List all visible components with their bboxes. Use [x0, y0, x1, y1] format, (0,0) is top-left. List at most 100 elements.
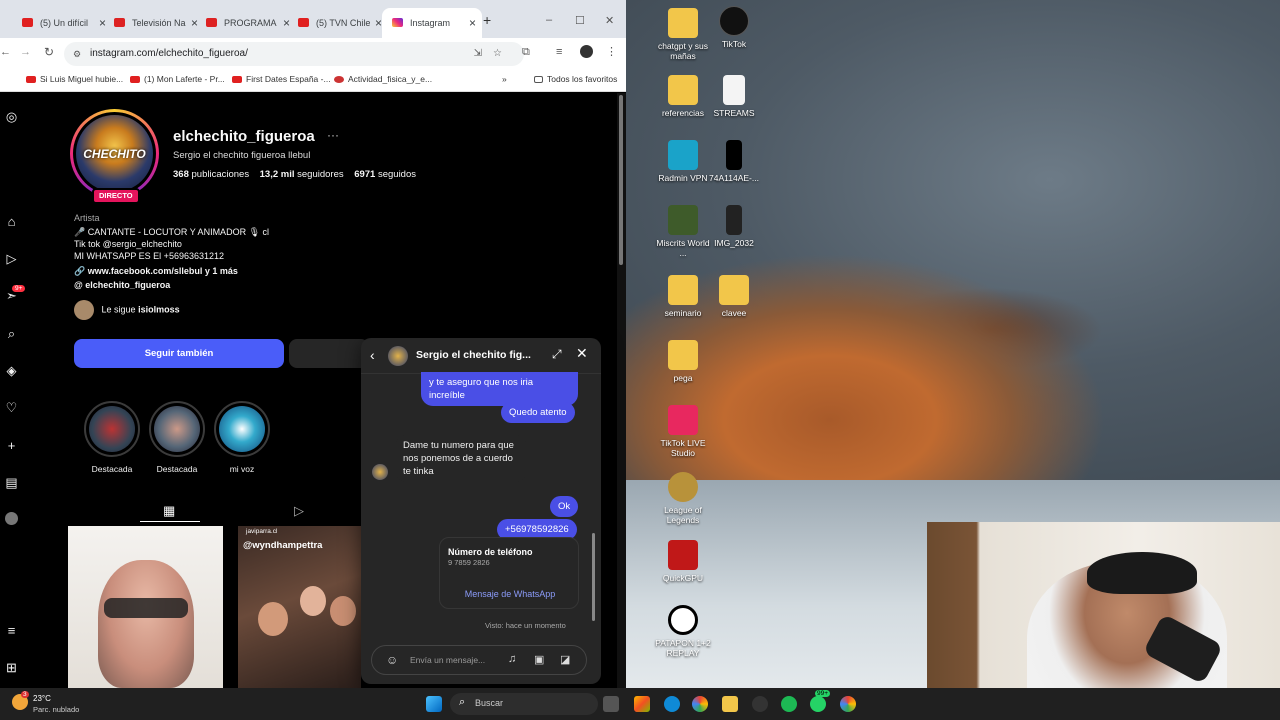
temperature[interactable]: 23°C	[33, 694, 51, 703]
tab-youtube-1[interactable]: (5) Un difícil ×	[12, 8, 112, 38]
follow-back-button[interactable]: Seguir también	[74, 339, 284, 368]
bookmarks-more[interactable]: »	[502, 74, 507, 84]
minimize-icon[interactable]: –	[546, 14, 552, 26]
site-info-icon[interactable]: ⚙	[73, 42, 81, 66]
bookmark-1[interactable]: Si Luis Miguel hubie...	[26, 74, 123, 84]
close-tab-icon[interactable]: ×	[375, 8, 382, 38]
followers-count[interactable]: 13,2 mil seguidores	[260, 169, 344, 180]
post-thumbnail-1[interactable]	[68, 526, 223, 688]
profile-link[interactable]: 🔗 www.facebook.com/sllebul y 1 más	[74, 266, 238, 277]
card-title: Número de teléfono	[448, 547, 533, 557]
desktop-icon-league[interactable]: League of Legends	[652, 472, 714, 525]
chrome-profile-icon[interactable]	[840, 696, 856, 712]
microphone-icon[interactable]: ♫	[508, 653, 516, 665]
search-icon[interactable]: ⌕	[4, 326, 19, 341]
copilot-icon[interactable]	[634, 696, 650, 712]
back-icon[interactable]: ←	[0, 46, 11, 58]
desktop-icon-clavee[interactable]: clavee	[703, 275, 765, 318]
tiktok-live-icon	[668, 405, 698, 435]
extensions-icon[interactable]: ⧉	[522, 46, 530, 59]
desktop-icon-img2032[interactable]: IMG_2032	[703, 205, 765, 248]
menu-icon[interactable]: ⋮	[606, 45, 617, 58]
bookmark-3[interactable]: First Dates España -...	[232, 74, 331, 84]
posts-grid-tab-icon[interactable]: ▦	[163, 503, 175, 519]
home-icon[interactable]: ⌂	[4, 214, 19, 229]
weather-text[interactable]: Parc. nublado	[33, 705, 79, 714]
reels-tab-icon[interactable]: ▷	[294, 503, 304, 519]
desktop-icon-streams[interactable]: STREAMS	[703, 75, 765, 118]
tab-instagram[interactable]: Instagram ×	[382, 8, 482, 38]
image-file-icon	[726, 140, 742, 170]
whatsapp-message-link[interactable]: Mensaje de WhatsApp	[440, 589, 580, 599]
forward-icon[interactable]: →	[20, 46, 31, 58]
chat-title[interactable]: Sergio el chechito fig...	[416, 349, 531, 361]
task-view-icon[interactable]	[603, 696, 619, 712]
image-icon[interactable]: ▣	[534, 653, 544, 666]
media-icon[interactable]: ≡	[556, 46, 562, 58]
expand-icon[interactable]: ⤢	[552, 347, 562, 362]
message-button[interactable]	[289, 339, 369, 368]
close-chat-icon[interactable]: ✕	[576, 345, 588, 362]
close-window-icon[interactable]: ✕	[605, 14, 614, 27]
close-tab-icon[interactable]: ×	[469, 8, 476, 38]
url-field[interactable]: ⚙ instagram.com/elchechito_figueroa/ ⇲ ☆	[64, 42, 524, 66]
chat-back-icon[interactable]: ‹	[370, 347, 375, 363]
windows-start-icon[interactable]	[426, 696, 442, 712]
posts-count[interactable]: 368 publicaciones	[173, 169, 249, 180]
spotify-icon[interactable]	[781, 696, 797, 712]
reload-icon[interactable]: ↻	[44, 45, 54, 59]
post-face	[300, 586, 326, 616]
explore-icon[interactable]: ◈	[4, 363, 19, 378]
bookmark-4[interactable]: Actividad_fisica_y_e...	[334, 74, 432, 84]
emoji-icon[interactable]: ☺	[386, 653, 398, 667]
bookmark-star-icon[interactable]: ☆	[493, 42, 502, 66]
new-tab-button[interactable]: +	[483, 12, 491, 28]
tab-programa[interactable]: PROGRAMA ×	[196, 8, 296, 38]
profile-options-icon[interactable]: ···	[327, 128, 339, 142]
highlight-2[interactable]: Destacada	[147, 401, 207, 474]
message-input[interactable]: ☺ Envía un mensaje... ♫ ▣ ◪	[371, 645, 587, 675]
desktop-icon-pega[interactable]: pega	[652, 340, 714, 383]
desktop-icon-tiktok[interactable]: TikTok	[703, 6, 765, 49]
highlight-3[interactable]: mi voz	[212, 401, 272, 474]
create-icon[interactable]: +	[4, 438, 19, 453]
desktop-icon-quickgpu[interactable]: QuickGPU	[652, 540, 714, 583]
profile-avatar[interactable]	[580, 45, 593, 58]
phone-number-card[interactable]: Número de teléfono 9 7859 2826 Mensaje d…	[439, 537, 579, 609]
more-menu-icon[interactable]: ≡	[4, 623, 19, 638]
instagram-logo-icon[interactable]: ◎	[4, 109, 19, 124]
followed-by[interactable]: Le sigue isiolmoss	[74, 300, 180, 320]
edge-icon[interactable]	[664, 696, 680, 712]
live-badge[interactable]: DIRECTO	[92, 188, 140, 204]
desktop-icon-tiktok-live[interactable]: TikTok LIVE Studio	[652, 405, 714, 458]
dashboard-icon[interactable]: ▤	[4, 475, 19, 490]
whatsapp-icon[interactable]	[810, 696, 826, 712]
chrome-icon[interactable]	[692, 696, 708, 712]
tab-youtube-2[interactable]: (5) TVN Chile ×	[288, 8, 388, 38]
desktop-icon-74a114ae[interactable]: 74A114AE-...	[703, 140, 765, 183]
bookmark-2[interactable]: (1) Mon Laferte - Pr...	[130, 74, 225, 84]
tab-tvn-1[interactable]: Televisión Na ×	[104, 8, 204, 38]
all-favorites[interactable]: Todos los favoritos	[534, 74, 617, 84]
profile-avatar-ring[interactable]: CHECHITO	[70, 109, 159, 198]
sticker-icon[interactable]: ◪	[560, 653, 570, 666]
post-thumbnail-2[interactable]: javiparra.cl @wyndhampettra	[238, 526, 361, 688]
install-icon[interactable]: ⇲	[474, 42, 482, 66]
maximize-icon[interactable]: ☐	[575, 14, 585, 27]
following-count[interactable]: 6971 seguidos	[354, 169, 416, 180]
obs-icon[interactable]	[752, 696, 768, 712]
reels-icon[interactable]: ▷	[4, 251, 19, 266]
profile-avatar-icon[interactable]	[5, 512, 18, 525]
taskbar-search[interactable]: ⌕ Buscar	[450, 693, 598, 715]
tvn-icon	[206, 18, 217, 27]
highlight-1[interactable]: Destacada	[82, 401, 142, 474]
profile-picture: CHECHITO	[76, 115, 153, 192]
chat-avatar[interactable]	[388, 346, 408, 366]
apps-icon[interactable]: ⊞	[4, 660, 19, 675]
chat-scrollbar[interactable]	[591, 378, 596, 628]
heart-icon[interactable]: ♡	[4, 400, 19, 415]
page-scrollbar[interactable]	[617, 93, 626, 688]
desktop-icon-patapon[interactable]: PATAPON 1+2 REPLAY	[652, 605, 714, 658]
file-explorer-icon[interactable]	[722, 696, 738, 712]
threads-link[interactable]: @ elchechito_figueroa	[74, 280, 170, 290]
